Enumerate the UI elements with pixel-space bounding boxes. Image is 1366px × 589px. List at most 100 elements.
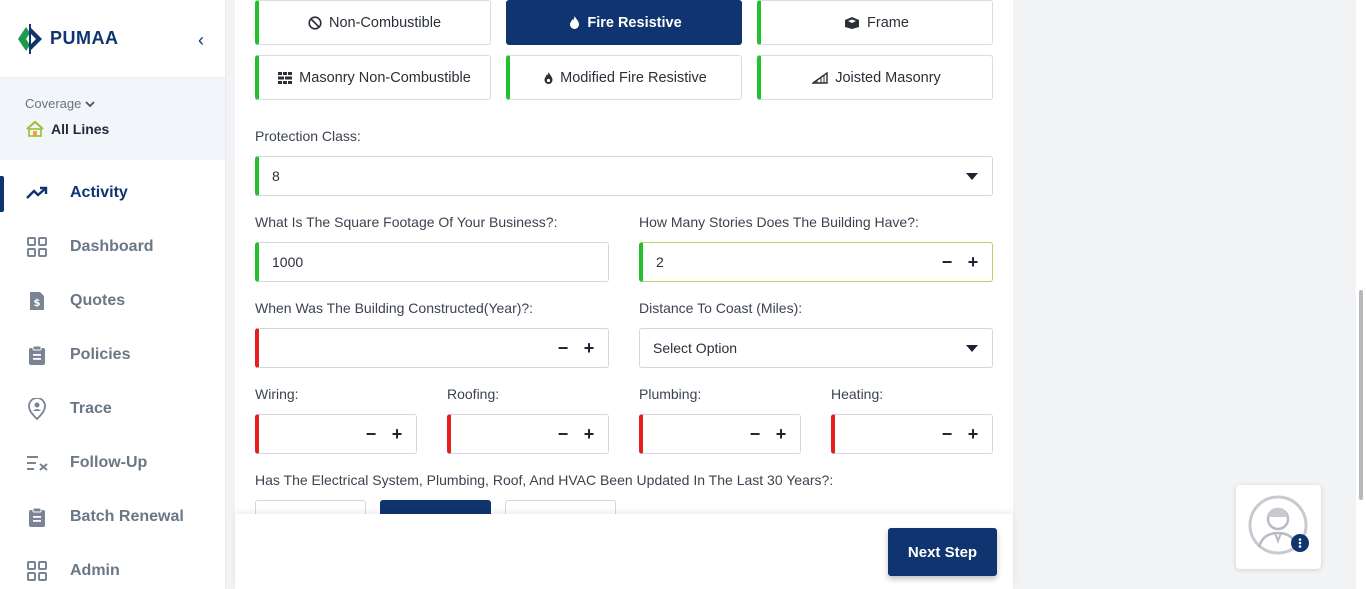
stepper-controls: − +	[364, 425, 416, 443]
year-built-label: When Was The Building Constructed(Year)?…	[255, 300, 534, 316]
grid-icon	[26, 236, 48, 258]
increment-button[interactable]: +	[390, 425, 404, 443]
construction-label: Fire Resistive	[587, 14, 682, 31]
sidebar-item-activity[interactable]: Activity	[0, 166, 225, 220]
construction-frame-button[interactable]: Frame	[757, 0, 993, 45]
location-person-icon	[26, 398, 48, 420]
construction-non-combustible-button[interactable]: Non-Combustible	[255, 0, 491, 45]
decrement-button[interactable]: −	[748, 425, 762, 443]
next-step-button[interactable]: Next Step	[888, 528, 997, 576]
svg-text:$: $	[34, 298, 41, 309]
stories-value: 2	[656, 254, 664, 270]
increment-button[interactable]: +	[774, 425, 788, 443]
sidebar-item-policies[interactable]: Policies	[0, 328, 225, 382]
decrement-button[interactable]: −	[940, 253, 954, 271]
sidebar-item-label: Trace	[70, 400, 112, 417]
coverage-selector[interactable]: Coverage All Lines	[0, 78, 225, 160]
construction-label: Non-Combustible	[328, 14, 442, 31]
increment-button[interactable]: +	[966, 425, 980, 443]
construction-joisted-masonry-button[interactable]: Joisted Masonry	[757, 55, 993, 100]
increment-button[interactable]: +	[966, 253, 980, 271]
logo-row: PUMAA	[0, 0, 225, 78]
list-check-icon	[26, 452, 48, 474]
app-name: PUMAA	[50, 28, 119, 48]
coverage-label: Coverage	[25, 96, 82, 111]
decrement-button[interactable]: −	[556, 425, 570, 443]
distance-coast-select[interactable]: Select Option	[639, 328, 993, 368]
protection-class-select[interactable]: 8	[255, 156, 993, 196]
sidebar-item-trace[interactable]: Trace	[0, 382, 225, 436]
construction-masonry-non-combustible-button[interactable]: Masonry Non-Combustible	[255, 55, 491, 100]
plumbing-stepper[interactable]: − +	[639, 414, 801, 454]
scrollbar-thumb[interactable]	[1359, 290, 1363, 500]
sidebar: PUMAA ‹ Coverage All Lines Activity Dash…	[0, 0, 226, 589]
decrement-button[interactable]: −	[364, 425, 378, 443]
house-icon	[26, 120, 44, 137]
heating-label: Heating:	[831, 386, 884, 402]
increment-button[interactable]: +	[582, 425, 596, 443]
clipboard-icon	[26, 506, 48, 528]
sidebar-item-label: Follow-Up	[70, 454, 148, 471]
sidebar-item-batch-renewal[interactable]: Batch Renewal	[0, 490, 225, 544]
stepper-controls: − +	[556, 339, 608, 357]
stories-label: How Many Stories Does The Building Have?…	[639, 214, 919, 230]
ban-icon	[308, 15, 322, 30]
sidebar-item-label: Quotes	[70, 292, 126, 309]
assistant-widget[interactable]	[1236, 485, 1321, 569]
coverage-value-row: All Lines	[25, 120, 225, 137]
wiring-label: Wiring:	[255, 386, 299, 402]
systems-updated-label: Has The Electrical System, Plumbing, Roo…	[255, 472, 834, 488]
decrement-button[interactable]: −	[940, 425, 954, 443]
increment-button[interactable]: +	[582, 339, 596, 357]
stepper-controls: − +	[748, 425, 800, 443]
sidebar-item-label: Policies	[70, 346, 131, 363]
pumaa-logo-icon	[18, 23, 42, 54]
stories-stepper[interactable]: 2 − +	[639, 242, 993, 282]
square-footage-label: What Is The Square Footage Of Your Busin…	[255, 214, 558, 230]
caret-down-icon	[966, 172, 978, 180]
sidebar-item-quotes[interactable]: $ Quotes	[0, 274, 225, 328]
collapse-sidebar-icon[interactable]: ‹	[198, 30, 214, 50]
protection-class-value: 8	[272, 168, 280, 184]
construction-label: Frame	[867, 14, 909, 31]
heating-stepper[interactable]: − +	[831, 414, 993, 454]
sidebar-item-label: Dashboard	[70, 238, 154, 255]
square-footage-value: 1000	[272, 254, 304, 270]
caret-down-icon	[966, 344, 978, 352]
frame-icon	[845, 17, 860, 29]
sidebar-nav: Activity Dashboard $ Quotes Policies Tra…	[0, 160, 225, 589]
year-built-stepper[interactable]: − +	[255, 328, 609, 368]
sidebar-item-label: Batch Renewal	[70, 508, 184, 525]
chevron-down-icon[interactable]	[85, 100, 96, 108]
construction-fire-resistive-button[interactable]: Fire Resistive	[506, 0, 742, 45]
joist-icon	[812, 71, 828, 84]
sidebar-item-dashboard[interactable]: Dashboard	[0, 220, 225, 274]
construction-label: Masonry Non-Combustible	[299, 69, 471, 86]
distance-coast-value: Select Option	[653, 340, 738, 356]
plumbing-label: Plumbing:	[639, 386, 702, 402]
roofing-stepper[interactable]: − +	[447, 414, 609, 454]
coverage-value: All Lines	[51, 120, 110, 137]
coverage-label-row: Coverage	[25, 96, 225, 111]
sidebar-item-admin[interactable]: Admin	[0, 544, 225, 589]
roofing-label: Roofing:	[447, 386, 500, 402]
clipboard-icon	[26, 344, 48, 366]
stepper-controls: − +	[556, 425, 608, 443]
form-footer: Next Step	[235, 514, 1013, 589]
construction-modified-fire-resistive-button[interactable]: Modified Fire Resistive	[506, 55, 742, 100]
assistant-avatar-icon	[1248, 495, 1309, 555]
trending-up-icon	[26, 182, 48, 204]
brick-icon	[278, 71, 293, 84]
sidebar-item-label: Admin	[70, 562, 120, 579]
fire-icon	[570, 16, 580, 29]
dollar-document-icon: $	[26, 290, 48, 312]
stepper-controls: − +	[940, 253, 992, 271]
stepper-controls: − +	[940, 425, 992, 443]
flame-icon	[544, 71, 553, 84]
wiring-stepper[interactable]: − +	[255, 414, 417, 454]
construction-label: Joisted Masonry	[835, 69, 941, 86]
sidebar-item-label: Activity	[70, 184, 128, 201]
decrement-button[interactable]: −	[556, 339, 570, 357]
sidebar-item-follow-up[interactable]: Follow-Up	[0, 436, 225, 490]
square-footage-input[interactable]: 1000	[255, 242, 609, 282]
